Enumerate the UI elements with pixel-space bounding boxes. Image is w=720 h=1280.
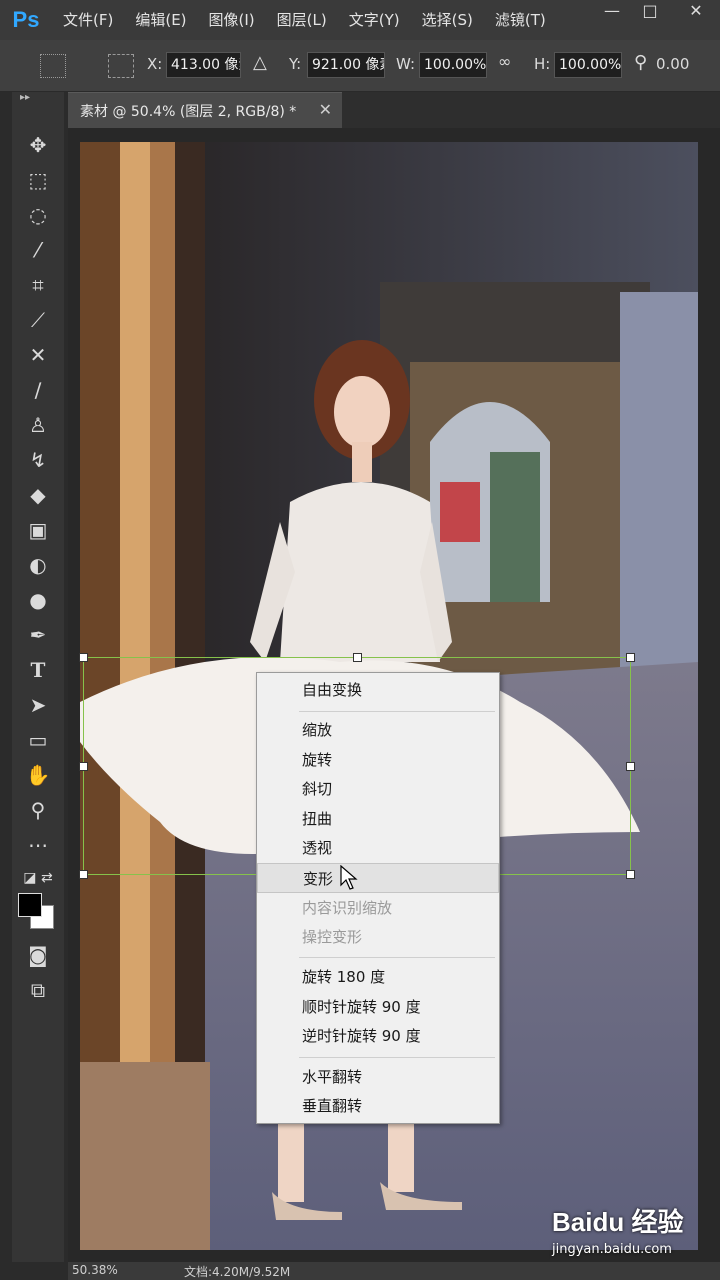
menu-select[interactable]: 选择(S) [411,0,484,40]
status-bar: 50.38% 文档:4.20M/9.52M [68,1262,720,1280]
crop-tool-icon[interactable]: ⌗ [22,270,54,300]
magic-wand-icon[interactable]: ⁄ [22,235,54,265]
pen-tool-icon[interactable]: ✒ [22,620,54,650]
menu-edit[interactable]: 编辑(E) [124,0,197,40]
dodge-tool-icon[interactable]: ● [22,585,54,615]
menu-item-content-aware-scale[interactable]: 内容识别缩放 [257,893,499,923]
delta-icon[interactable]: △ [253,52,267,73]
gradient-tool-icon[interactable]: ▣ [22,515,54,545]
handle-top-center[interactable] [353,653,362,662]
baidu-logo: Bai⁠du 经验 [552,1207,684,1237]
swap-colors-icon[interactable]: ◪ ⇄ [22,863,54,893]
eyedropper-icon[interactable]: ⟋ [22,305,54,335]
close-window-button[interactable]: ✕ [676,0,716,24]
document-tab-title: 素材 @ 50.4% (图层 2, RGB/8) * [80,104,297,120]
h-label: H: [534,55,551,73]
transform-context-menu: 自由变换 缩放 旋转 斜切 扭曲 透视 变形 内容识别缩放 操控变形 旋转 18… [256,672,500,1124]
lasso-tool-icon[interactable]: ◌ [22,200,54,230]
menu-item-flip-horizontal[interactable]: 水平翻转 [257,1062,499,1092]
path-select-icon[interactable]: ➤ [22,690,54,720]
handle-bottom-left[interactable] [79,870,88,879]
hand-tool-icon[interactable]: ✋ [22,760,54,790]
menu-separator [299,711,495,712]
menu-item-flip-vertical[interactable]: 垂直翻转 [257,1091,499,1121]
menu-item-scale[interactable]: 缩放 [257,715,499,745]
menu-item-warp[interactable]: 变形 [257,863,499,893]
menu-item-rotate[interactable]: 旋转 [257,745,499,775]
rectangle-tool-icon[interactable]: ▭ [22,725,54,755]
menu-type[interactable]: 文字(Y) [338,0,411,40]
more-tools-icon[interactable]: ⋯ [22,830,54,860]
close-tab-icon[interactable]: ✕ [319,100,332,119]
zoom-level[interactable]: 50.38% [72,1263,118,1277]
menu-item-puppet-warp[interactable]: 操控变形 [257,922,499,952]
handle-bottom-right[interactable] [626,870,635,879]
x-field[interactable]: 413.00 像素 [166,52,241,78]
y-field[interactable]: 921.00 像素 [307,52,385,78]
document-tab[interactable]: 素材 @ 50.4% (图层 2, RGB/8) * ✕ [68,92,342,128]
marquee-tool-icon[interactable]: ⬚ [22,165,54,195]
photoshop-logo: Ps [12,7,40,32]
reference-point-icon[interactable] [108,54,134,78]
transform-tool-icon[interactable] [40,54,66,78]
document-size: 文档:4.20M/9.52M [184,1265,291,1279]
h-field[interactable]: 100.00% [554,52,622,78]
restore-button[interactable]: □ [630,0,670,24]
screen-mode-icon[interactable]: ⧉ [22,975,54,1005]
move-tool-icon[interactable]: ✥ [22,130,54,160]
menu-separator [299,957,495,958]
eraser-tool-icon[interactable]: ◆ [22,480,54,510]
type-tool-icon[interactable]: T [22,655,54,685]
collapse-toolbar-icon[interactable]: ▸▸ [20,92,30,103]
watermark-url: jingyan.baidu.com [552,1242,672,1257]
menu-filter[interactable]: 滤镜(T) [484,0,557,40]
menu-layer[interactable]: 图层(L) [266,0,338,40]
menu-file[interactable]: 文件(F) [52,0,124,40]
baidu-watermark: Bai⁠du 经验 jingyan.baidu.com [552,1202,684,1257]
brush-tool-icon[interactable]: ∕ [22,375,54,405]
y-label: Y: [289,55,302,73]
foreground-color[interactable] [18,893,42,917]
handle-top-right[interactable] [626,653,635,662]
angle-field[interactable]: 0.00 [656,55,689,73]
menu-item-distort[interactable]: 扭曲 [257,804,499,834]
quick-mask-icon[interactable]: ◙ [22,940,54,970]
menu-item-rotate-90-cw[interactable]: 顺时针旋转 90 度 [257,992,499,1022]
menu-image[interactable]: 图像(I) [198,0,266,40]
w-field[interactable]: 100.00% [419,52,487,78]
mouse-cursor-icon [340,865,358,890]
x-label: X: [147,55,163,73]
minimize-button[interactable]: — [592,0,632,24]
menu-item-free-transform[interactable]: 自由变换 [257,675,499,705]
w-label: W: [396,55,416,73]
photoshop-window: { "app": { "logo": "Ps" }, "menu": ["文件(… [0,0,720,1280]
link-icon[interactable]: ∞ [498,52,511,71]
menu-item-rotate-90-ccw[interactable]: 逆时针旋转 90 度 [257,1021,499,1051]
history-brush-icon[interactable]: ↯ [22,445,54,475]
blur-tool-icon[interactable]: ◐ [22,550,54,580]
menu-separator [299,1057,495,1058]
tools-panel: ▸▸ ✥ ⬚ ◌ ⁄ ⌗ ⟋ ✕ ∕ ♙ ↯ ◆ ▣ ◐ ● ✒ T ➤ ▭ ✋… [12,92,64,1262]
stamp-tool-icon[interactable]: ♙ [22,410,54,440]
document-tabbar: 素材 @ 50.4% (图层 2, RGB/8) * ✕ [68,92,720,128]
menu-item-rotate-180[interactable]: 旋转 180 度 [257,962,499,992]
options-bar: X: 413.00 像素 △ Y: 921.00 像素 W: 100.00% ∞… [0,40,720,92]
menu-item-perspective[interactable]: 透视 [257,833,499,863]
handle-middle-right[interactable] [626,762,635,771]
menu-item-skew[interactable]: 斜切 [257,774,499,804]
angle-icon: ⚲ [634,52,648,73]
healing-brush-icon[interactable]: ✕ [22,340,54,370]
handle-middle-left[interactable] [79,762,88,771]
handle-top-left[interactable] [79,653,88,662]
zoom-tool-icon[interactable]: ⚲ [22,795,54,825]
